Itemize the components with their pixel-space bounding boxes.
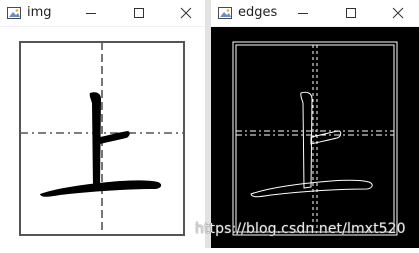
picture-icon xyxy=(7,7,21,19)
img-window: img xyxy=(0,0,205,248)
minimize-icon xyxy=(298,13,308,14)
title-bar[interactable]: img xyxy=(0,0,205,27)
image-canvas xyxy=(0,27,205,248)
edges-image xyxy=(232,41,398,236)
minimize-button[interactable] xyxy=(289,0,317,26)
edges-window: edges xyxy=(211,0,419,248)
minimize-button[interactable] xyxy=(77,0,105,26)
title-bar[interactable]: edges xyxy=(211,0,419,27)
minimize-icon xyxy=(86,13,96,14)
maximize-button[interactable] xyxy=(125,0,153,26)
close-button[interactable] xyxy=(172,0,200,26)
close-icon xyxy=(392,7,404,19)
maximize-icon xyxy=(346,8,356,18)
character-image xyxy=(19,41,185,236)
close-button[interactable] xyxy=(384,0,412,26)
maximize-icon xyxy=(134,8,144,18)
window-title: img xyxy=(27,5,52,20)
window-title: edges xyxy=(238,5,278,20)
watermark-text: https://blog.csdn.net/lmxt520 xyxy=(195,221,406,237)
close-icon xyxy=(180,7,192,19)
edges-canvas xyxy=(211,27,419,248)
picture-icon xyxy=(218,7,232,19)
maximize-button[interactable] xyxy=(337,0,365,26)
